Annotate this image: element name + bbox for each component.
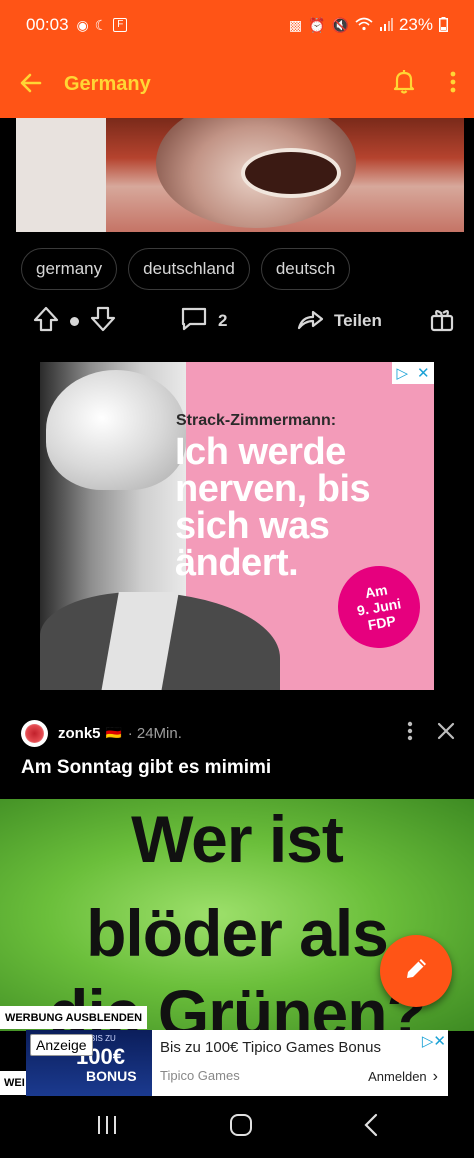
wifi-icon bbox=[355, 17, 373, 33]
community-title: Germany bbox=[64, 72, 151, 95]
battery-icon bbox=[439, 16, 448, 34]
image-text-line: Wer ist bbox=[131, 802, 344, 876]
alarm-icon: ⏰ bbox=[308, 17, 326, 33]
downvote-icon[interactable] bbox=[89, 305, 117, 338]
award-icon[interactable] bbox=[428, 305, 456, 338]
post-more-icon[interactable] bbox=[407, 721, 413, 746]
ad-small-headline: Strack-Zimmermann: bbox=[176, 412, 337, 429]
home-icon[interactable] bbox=[229, 1113, 253, 1142]
ad-label: Anzeige bbox=[30, 1034, 93, 1056]
app-bar: Germany bbox=[0, 50, 474, 118]
banner-ad-headline: Bis zu 100€ Tipico Games Bonus bbox=[160, 1039, 381, 1056]
upvote-icon[interactable] bbox=[32, 305, 60, 338]
tag-chip[interactable]: deutsch bbox=[260, 248, 351, 290]
adchoices-triangle-icon[interactable]: ▷ bbox=[396, 364, 408, 382]
signal-icon bbox=[379, 17, 393, 33]
post-action-row: 2 Teilen bbox=[32, 300, 462, 342]
ad-close-icon[interactable]: ✕ bbox=[417, 364, 430, 382]
post-timestamp: · 24Min. bbox=[127, 724, 182, 742]
battery-level: 23% bbox=[398, 15, 433, 34]
back-icon[interactable] bbox=[363, 1113, 379, 1142]
system-nav-bar bbox=[0, 1096, 474, 1158]
chevron-right-icon: › bbox=[432, 1068, 438, 1085]
mute-icon: 🔇 bbox=[331, 17, 349, 33]
more-vertical-icon[interactable] bbox=[450, 71, 456, 98]
post-username[interactable]: zonk5 bbox=[58, 725, 101, 742]
snapchat-icon: ◉ bbox=[76, 17, 89, 33]
adchoices-icon[interactable]: ▷ ✕ bbox=[392, 362, 434, 384]
post-title[interactable]: Am Sonntag gibt es mimimi bbox=[21, 757, 271, 779]
tag-chip[interactable]: deutschland bbox=[128, 248, 250, 290]
comments-button[interactable]: 2 bbox=[180, 306, 227, 337]
pencil-icon bbox=[402, 955, 430, 988]
banner-ad-advertiser: Tipico Games bbox=[160, 1068, 240, 1083]
avatar[interactable] bbox=[21, 719, 48, 747]
back-arrow-icon[interactable] bbox=[18, 70, 46, 98]
flair-flag: 🇩🇪 bbox=[105, 725, 122, 740]
banner-ad-cta[interactable]: Anmelden › bbox=[368, 1068, 438, 1086]
post-header: zonk5 🇩🇪 · 24Min. bbox=[21, 718, 455, 748]
status-time: 00:03 bbox=[26, 15, 69, 34]
close-icon[interactable] bbox=[437, 720, 455, 746]
share-arrow-icon bbox=[296, 307, 324, 336]
adchoices-icon[interactable]: ▷✕ bbox=[422, 1032, 446, 1050]
post-image-top[interactable] bbox=[16, 118, 464, 232]
tag-list: germany deutschland deutsch bbox=[21, 248, 351, 290]
share-label: Teilen bbox=[334, 311, 382, 330]
ad-edge-label: WEI bbox=[0, 1071, 26, 1095]
share-button[interactable]: Teilen bbox=[296, 307, 382, 336]
bell-icon[interactable] bbox=[392, 69, 416, 100]
create-post-button[interactable] bbox=[380, 935, 452, 1007]
status-bar: 00:03 ◉ ☾ F ▩ ⏰ 🔇 23% bbox=[0, 0, 474, 50]
hide-ads-button[interactable]: WERBUNG AUSBLENDEN bbox=[0, 1006, 147, 1029]
recent-apps-icon[interactable] bbox=[95, 1114, 119, 1141]
flipboard-icon: F bbox=[113, 18, 128, 32]
display-ad[interactable]: Strack-Zimmermann: Ich werde nerven, bis… bbox=[40, 362, 434, 690]
vote-score-dot bbox=[70, 316, 79, 326]
tag-chip[interactable]: germany bbox=[21, 248, 118, 290]
comment-icon bbox=[180, 306, 208, 337]
comments-count: 2 bbox=[218, 311, 228, 330]
moon-icon: ☾ bbox=[94, 17, 108, 33]
vote-controls bbox=[32, 305, 117, 338]
sim-icon: ▩ bbox=[288, 17, 303, 33]
ad-headline: Ich werde nerven, bis sich was ändert. bbox=[175, 431, 371, 584]
